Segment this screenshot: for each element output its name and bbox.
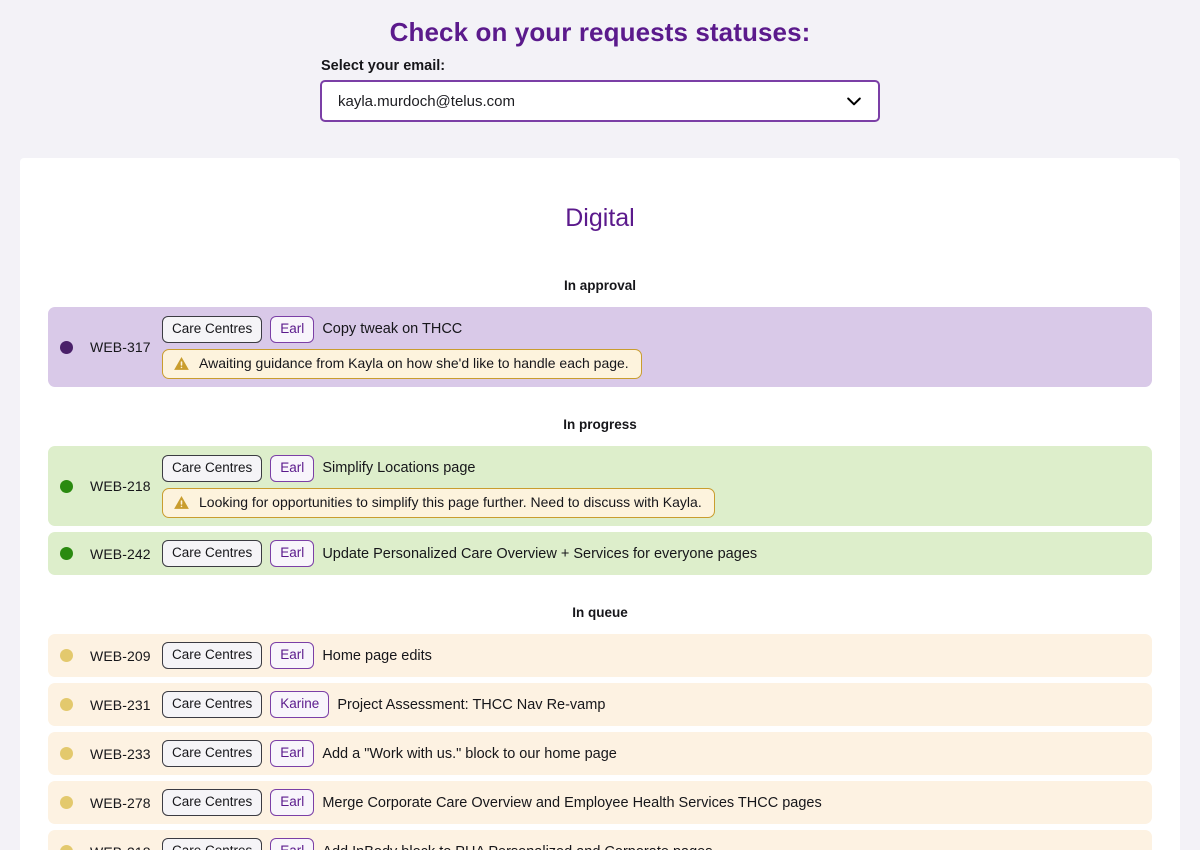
request-body: Care Centres Earl Add a "Work with us." bl… — [162, 732, 1152, 775]
assignee-badge[interactable]: Earl — [270, 454, 315, 482]
request-body: Care Centres Earl Home page edits — [162, 634, 1152, 677]
team-badge[interactable]: Care Centres — [162, 838, 263, 850]
ticket-id: WEB-318 — [90, 844, 162, 850]
assignee-badge[interactable]: Earl — [270, 838, 315, 850]
warning-triangle-icon — [173, 494, 190, 511]
request-row[interactable]: WEB-278 Care Centres Earl Merge Corporate C… — [48, 781, 1152, 824]
status-dot — [60, 796, 73, 809]
assignee-badge[interactable]: Earl — [270, 642, 315, 669]
team-badge[interactable]: Care Centres — [162, 454, 263, 482]
ticket-id: WEB-218 — [90, 478, 151, 494]
request-body: Care Centres Earl Copy tweak on THCC Awaiti… — [162, 308, 1152, 387]
board-title: Digital — [565, 204, 635, 232]
team-badge[interactable]: Care Centres — [162, 789, 263, 816]
request-body: Care Centres Earl Simplify Locations page L… — [162, 447, 1152, 526]
status-dot — [60, 747, 73, 760]
request-title: Home page edits — [322, 647, 432, 664]
assignee-badge[interactable]: Earl — [270, 789, 315, 816]
status-dot — [60, 340, 73, 354]
sections-host: In approval WEB-317 Care Centres Earl Copy t… — [20, 278, 1180, 850]
request-note: Awaiting guidance from Kayla on how she'… — [162, 348, 642, 379]
request-row[interactable]: WEB-317 Care Centres Earl Copy tweak on THC… — [48, 307, 1152, 387]
request-row[interactable]: WEB-233 Care Centres Earl Add a "Work with … — [48, 732, 1152, 775]
ticket-id: WEB-278 — [90, 794, 151, 811]
email-select[interactable]: kayla.murdoch@telus.com — [320, 80, 880, 122]
section-rows: WEB-209 Care Centres Earl Home page edits WE… — [20, 634, 1180, 850]
request-main-line: Care Centres Earl Simplify Locations page — [162, 454, 1152, 482]
email-select-value: kayla.murdoch@telus.com — [338, 92, 515, 110]
ticket-id: WEB-209 — [90, 647, 151, 664]
ticket-id: WEB-233 — [90, 745, 151, 762]
request-row[interactable]: WEB-318Care Centres Earl Add InBody block … — [48, 830, 1152, 850]
team-badge[interactable]: Care Centres — [162, 691, 263, 718]
request-title: Add a "Work with us." block to our home … — [322, 745, 617, 762]
status-dot — [60, 547, 73, 560]
requests-board-card: Digital In approval WEB-317 Care Centres Ea… — [20, 158, 1180, 850]
email-select-label: Select your email: — [321, 58, 446, 74]
warning-triangle-icon — [173, 355, 190, 372]
request-title: Merge Corporate Care Overview and Employ… — [322, 794, 822, 811]
assignee-badge[interactable]: Karine — [270, 691, 330, 718]
request-main-line: Care Centres Karine Project Assessment: TH… — [162, 691, 1152, 718]
page-header: Check on your requests statuses: Select … — [0, 0, 1200, 158]
request-title: Simplify Locations page — [322, 460, 476, 476]
request-title: Copy tweak on THCC — [322, 321, 463, 337]
page-title: Check on your requests statuses: — [389, 17, 811, 47]
request-row[interactable]: WEB-209 Care Centres Earl Home page edits — [48, 634, 1152, 677]
request-main-line: Care Centres Earl Home page edits — [162, 642, 1152, 669]
status-dot — [60, 698, 73, 711]
request-note: Looking for opportunities to simplify th… — [162, 487, 715, 518]
section-title-in-queue: In queue — [572, 605, 628, 620]
section-rows: WEB-317 Care Centres Earl Copy tweak on THC… — [20, 307, 1180, 387]
ticket-id: WEB-242 — [90, 545, 151, 562]
assignee-badge[interactable]: Earl — [270, 315, 315, 343]
ticket-id: WEB-231 — [90, 696, 151, 713]
assignee-badge[interactable]: Earl — [270, 740, 315, 767]
section-rows: WEB-218 Care Centres Earl Simplify Location… — [20, 446, 1180, 575]
request-title: Project Assessment: THCC Nav Re-vamp — [337, 696, 606, 713]
status-dot — [60, 649, 73, 662]
request-title: Update Personalized Care Overview + Serv… — [322, 545, 758, 562]
status-dot — [60, 845, 73, 850]
request-note-text: Looking for opportunities to simplify th… — [199, 494, 702, 510]
request-row[interactable]: WEB-242 Care Centres Earl Update Personaliz… — [48, 532, 1152, 575]
status-dot — [60, 479, 73, 493]
request-body: Care Centres Karine Project Assessment: TH… — [162, 683, 1152, 726]
team-badge[interactable]: Care Centres — [162, 540, 263, 567]
ticket-id: WEB-317 — [90, 339, 151, 355]
chevron-down-icon — [844, 91, 864, 111]
team-badge[interactable]: Care Centres — [162, 315, 263, 343]
request-row[interactable]: WEB-218 Care Centres Earl Simplify Location… — [48, 446, 1152, 526]
team-badge[interactable]: Care Centres — [162, 642, 263, 669]
team-badge[interactable]: Care Centres — [162, 740, 263, 767]
request-body: Care Centres Earl Add InBody block to PHA … — [162, 830, 1152, 850]
request-row[interactable]: WEB-231 Care Centres Karine Project Assessm… — [48, 683, 1152, 726]
section-title-in-progress: In progress — [563, 417, 637, 432]
request-main-line: Care Centres Earl Add InBody block to PHA … — [162, 838, 1152, 850]
section-title-in-approval: In approval — [563, 278, 636, 293]
request-main-line: Care Centres Earl Update Personalized Care… — [162, 540, 1152, 567]
request-main-line: Care Centres Earl Merge Corporate Care Ove… — [162, 789, 1152, 816]
request-body: Care Centres Earl Update Personalized Care… — [162, 532, 1152, 575]
request-body: Care Centres Earl Merge Corporate Care Ove… — [162, 781, 1152, 824]
request-note-text: Awaiting guidance from Kayla on how she'… — [199, 355, 629, 371]
assignee-badge[interactable]: Earl — [270, 540, 315, 567]
request-main-line: Care Centres Earl Add a "Work with us." bl… — [162, 740, 1152, 767]
request-main-line: Care Centres Earl Copy tweak on THCC — [162, 315, 1152, 343]
request-title: Add InBody block to PHA Personalized and… — [322, 844, 712, 850]
